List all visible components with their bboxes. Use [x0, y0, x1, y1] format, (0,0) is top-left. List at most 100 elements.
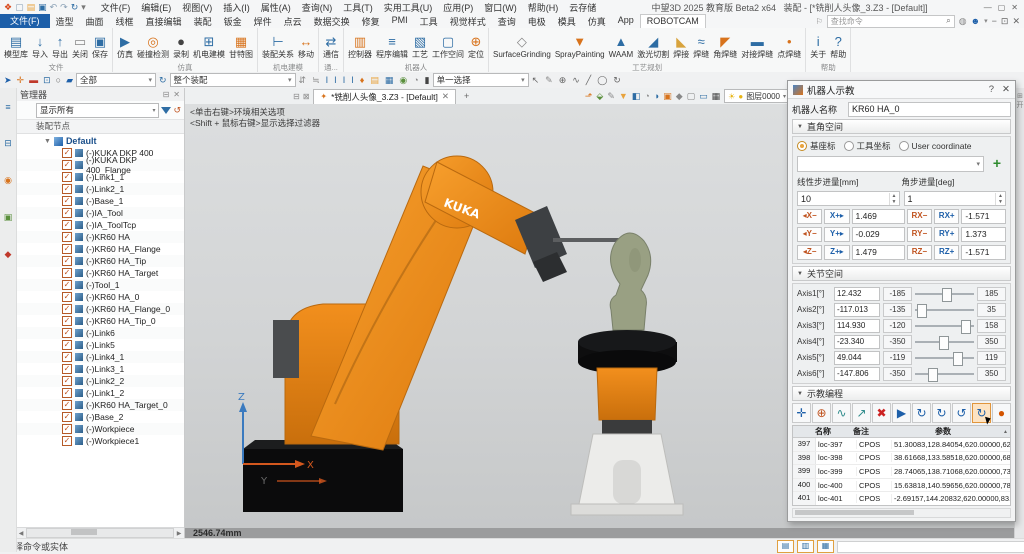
table-row[interactable]: 400 loc-400 CPOS 15.63818,140.59656,620.… — [793, 479, 1011, 493]
mini-close-button[interactable]: ✕ — [1012, 16, 1020, 27]
axis-slider-handle[interactable] — [928, 368, 938, 382]
palette-icon[interactable]: ▼ — [619, 91, 628, 102]
user-icon[interactable]: ☻ — [971, 16, 980, 26]
assembly-manager-icon[interactable]: ⊟ — [4, 138, 12, 149]
tree-item[interactable]: ✓ (-)KR60 HA_0 — [16, 291, 184, 303]
panel-close-button[interactable]: ✕ — [1002, 84, 1010, 95]
jog-plus-button[interactable]: Z+▸ — [824, 245, 849, 260]
menu-item[interactable]: 文件(F) — [96, 1, 136, 14]
undo-icon[interactable]: ↶ — [50, 1, 58, 13]
tree-item-checkbox[interactable]: ✓ — [62, 184, 72, 194]
ribbon-button[interactable]: ↔ 移动 — [296, 34, 316, 59]
add-coordinate-button[interactable]: + — [988, 155, 1006, 173]
tree-item[interactable]: ✓ (-)IA_Tool — [16, 207, 184, 219]
menu-item[interactable]: 帮助(H) — [523, 1, 564, 14]
axis-slider-handle[interactable] — [917, 304, 927, 318]
tree-item[interactable]: ✓ (-)Tool_1 — [16, 279, 184, 291]
status-input[interactable] — [837, 541, 1024, 553]
globe-icon[interactable]: ◔ — [644, 91, 649, 102]
table-horizontal-scrollbar[interactable] — [792, 508, 1011, 518]
tree-item-checkbox[interactable]: ✓ — [62, 244, 72, 254]
beam-icon-2[interactable]: I — [333, 75, 338, 86]
history-manager-icon[interactable]: ≡ — [5, 102, 10, 112]
ribbon-button[interactable]: ◢ 激光切割 — [635, 34, 671, 59]
axis-slider[interactable] — [915, 304, 974, 316]
ribbon-button[interactable]: ⊢ 装配关系 — [260, 34, 296, 59]
tree-item[interactable]: ✓ (-)KR60 HA — [16, 231, 184, 243]
tree-item-checkbox[interactable]: ✓ — [62, 412, 72, 422]
minimize-button[interactable]: — — [984, 3, 992, 12]
document-tab[interactable]: ✦ *铣削人头像_3.Z3 - [Default] ✕ — [313, 89, 456, 104]
exit-icon[interactable]: ⬏ — [585, 91, 593, 102]
jog-rot-minus-button[interactable]: RY− — [907, 227, 932, 242]
ribbon-tab[interactable]: 数据交换 — [308, 15, 356, 28]
curve-icon[interactable]: ∿ — [571, 75, 581, 86]
pan-icon[interactable]: ✛ — [16, 75, 26, 86]
ribbon-tab[interactable]: 修复 — [356, 15, 386, 28]
manager-close-icon[interactable]: ✕ — [173, 90, 180, 99]
caret-icon[interactable]: ▾ — [984, 17, 988, 25]
ribbon-button[interactable]: ≡ 程序编辑 — [374, 34, 410, 59]
menu-item[interactable]: 视图(V) — [177, 1, 217, 14]
ribbon-tab[interactable]: 电极 — [522, 15, 552, 28]
select-cursor-icon[interactable]: ➤ — [3, 75, 13, 86]
ribbon-tab-robotcam[interactable]: ROBOTCAM — [640, 14, 706, 28]
spin-icon[interactable]: ↻ — [612, 75, 622, 86]
save-icon[interactable]: ▣ — [38, 1, 47, 13]
jog-rot-plus-button[interactable]: RY+ — [934, 227, 959, 242]
ribbon-button[interactable]: ▼ SprayPainting — [553, 34, 607, 59]
axis-value-field[interactable]: 12.432 — [834, 287, 880, 301]
manager-horizontal-scrollbar[interactable]: ◀ ▶ — [16, 527, 184, 538]
ribbon-button[interactable]: ◇ SurfaceGrinding — [491, 34, 553, 59]
ribbon-tab[interactable]: 钣金 — [218, 15, 248, 28]
scroll-up-icon[interactable]: ▲ — [1001, 429, 1010, 435]
coordinate-radio[interactable]: 基座标 — [797, 140, 836, 152]
ribbon-button[interactable]: i 关于 — [808, 34, 828, 59]
ribbon-tab[interactable]: 装配 — [188, 15, 218, 28]
tree-item[interactable]: ✓ (-)Link2_2 — [16, 375, 184, 387]
jog-move-icon[interactable]: ✛ — [792, 403, 811, 423]
maximize-button[interactable]: ▢ — [998, 3, 1006, 12]
ribbon-button[interactable]: ≈ 焊缝 — [691, 34, 711, 59]
axis-slider-handle[interactable] — [942, 288, 952, 302]
minus-icon[interactable]: ▬ — [28, 75, 39, 86]
scope-dropdown[interactable]: 整个装配▾ — [170, 73, 296, 87]
jog-rot-minus-button[interactable]: RX− — [907, 209, 932, 224]
beam-icon-1[interactable]: I — [325, 75, 330, 86]
ribbon-button[interactable]: ? 帮助 — [828, 34, 848, 59]
tree-item[interactable]: ✓ (-)IA_ToolTcp — [16, 219, 184, 231]
ribbon-button[interactable]: ▬ 对接焊缝 — [739, 34, 775, 59]
layers-icon[interactable]: ▦ — [384, 75, 395, 86]
axis-value-field[interactable]: 114.930 — [834, 319, 880, 333]
linear-step-input[interactable]: 10▲▼ — [797, 191, 900, 206]
layer-dropdown[interactable]: ☀ ● 图层0000 ▾ — [724, 89, 790, 103]
visual-manager-icon[interactable]: ▣ — [4, 212, 13, 223]
axis-slider[interactable] — [915, 288, 974, 300]
refresh-icon[interactable]: ↻ — [158, 75, 168, 86]
sketch-icon[interactable]: ✎ — [544, 75, 554, 86]
app-logo-icon[interactable]: ❖ — [4, 1, 12, 13]
window-icon[interactable]: ▢ — [687, 91, 696, 102]
ribbon-button[interactable]: ↑ 导出 — [50, 34, 70, 59]
gem-icon[interactable]: ◆ — [676, 91, 683, 102]
ribbon-button[interactable]: ⇄ 通信 — [321, 34, 341, 59]
menu-item[interactable]: 应用(P) — [438, 1, 478, 14]
ribbon-button[interactable]: ◣ 焊接 — [671, 34, 691, 59]
selection-mode-dropdown[interactable]: 单一选择▾ — [433, 73, 529, 87]
dock-icon[interactable]: ⊟ — [293, 92, 300, 101]
menu-item[interactable]: 云存储 — [564, 1, 601, 14]
ribbon-button[interactable]: ▣ 保存 — [90, 34, 110, 59]
loop-reverse-icon[interactable]: ↺ — [952, 403, 971, 423]
ribbon-button[interactable]: ↓ 导入 — [30, 34, 50, 59]
coordinate-combo[interactable]: ▾ — [797, 156, 984, 172]
jog-minus-button[interactable]: ◂Z− — [797, 245, 822, 260]
display-filter-dropdown[interactable]: 显示所有▾ — [36, 103, 159, 118]
chevron-down-icon[interactable]: ▼ — [44, 138, 51, 145]
tree-item[interactable]: ✓ (-)KUKA DKP 400_Flange — [16, 159, 184, 171]
tree-item[interactable]: ✓ (-)Link5 — [16, 339, 184, 351]
tree-item-checkbox[interactable]: ✓ — [62, 268, 72, 278]
pin-icon[interactable]: ♦ — [359, 75, 366, 86]
scroll-left-arrow[interactable]: ◀ — [16, 530, 26, 537]
ribbon-button[interactable]: ◤ 角焊缝 — [711, 34, 739, 59]
play-forward-icon[interactable]: ▶ — [892, 403, 911, 423]
